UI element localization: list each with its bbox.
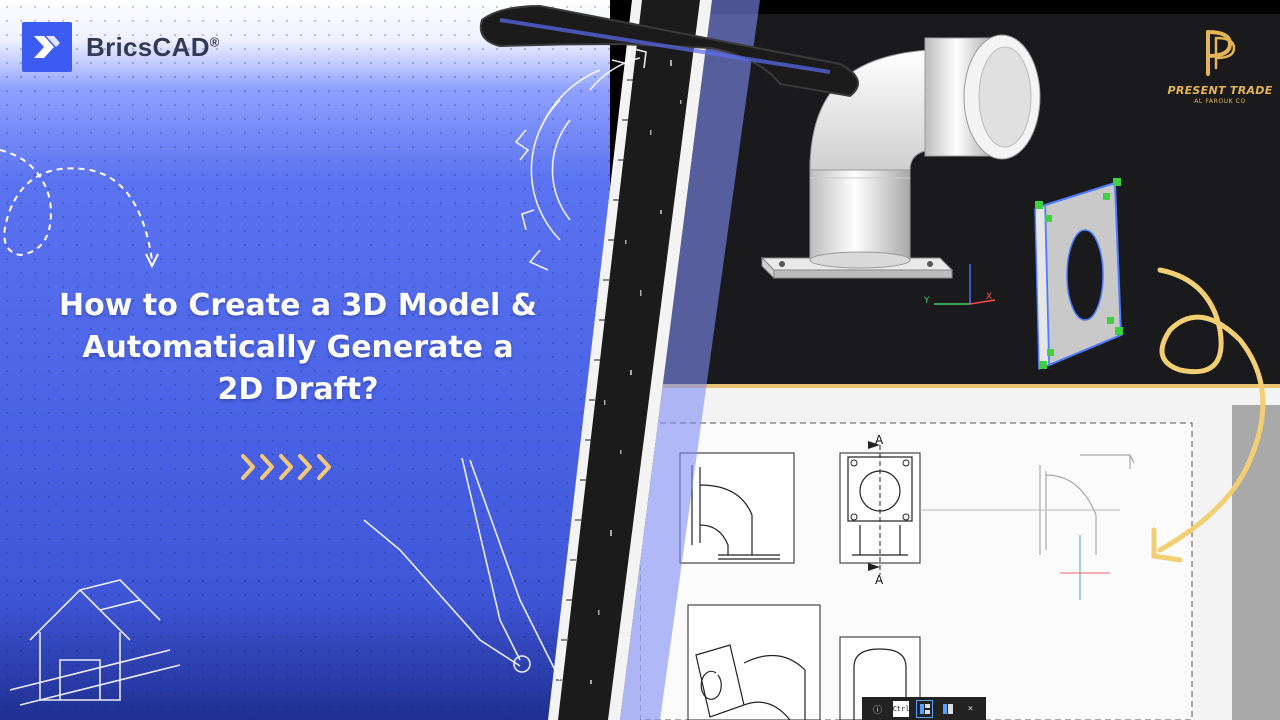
axis-x-label: X: [986, 292, 993, 302]
gold-curly-arrow-icon: [1151, 267, 1266, 563]
view-layout-icon[interactable]: [916, 700, 933, 718]
axis-y-label: Y: [924, 296, 930, 306]
chevrons-icon: [241, 454, 331, 480]
chevron-icon: [241, 454, 255, 480]
section-label-bottom: A: [875, 573, 884, 587]
headline-title: How to Create a 3D Model & Automatically…: [18, 285, 578, 411]
selected-flange-model[interactable]: [1025, 175, 1135, 375]
headline-line-2: Automatically Generate a: [82, 330, 514, 365]
view-layout-alt-icon[interactable]: [940, 701, 955, 717]
chevron-icon: [298, 454, 312, 480]
chevron-icon: [317, 454, 331, 480]
ctrl-toggle-button[interactable]: Ctrl: [893, 701, 909, 717]
chevron-icon: [279, 454, 293, 480]
ucs-axis-icon: [934, 264, 996, 305]
3d-elbow-model: [760, 34, 1041, 280]
bricscad-logo: BricsCAD®: [22, 22, 220, 72]
bricscad-logo-icon: [22, 22, 72, 72]
drawing-mini-toolbar: ⓘ Ctrl ×: [862, 697, 986, 720]
partner-brand: PRESENT TRADE AL FAROUK CO: [1162, 28, 1278, 105]
info-icon[interactable]: ⓘ: [870, 701, 885, 717]
partner-logo-icon: [1206, 30, 1236, 76]
partner-name: PRESENT TRADE: [1167, 84, 1273, 97]
section-label-top: A: [875, 433, 884, 447]
headline-line-3: 2D Draft?: [217, 372, 379, 407]
headline-line-1: How to Create a 3D Model &: [59, 288, 537, 323]
bricscad-wordmark: BricsCAD®: [86, 31, 220, 62]
thumbnail-canvas: Y X PRESENT TRADE AL FAROUK CO A A ⓘ Ctr…: [0, 0, 1280, 720]
chevron-icon: [260, 454, 274, 480]
partner-subtitle: AL FAROUK CO: [1194, 98, 1246, 105]
close-icon[interactable]: ×: [963, 701, 978, 717]
